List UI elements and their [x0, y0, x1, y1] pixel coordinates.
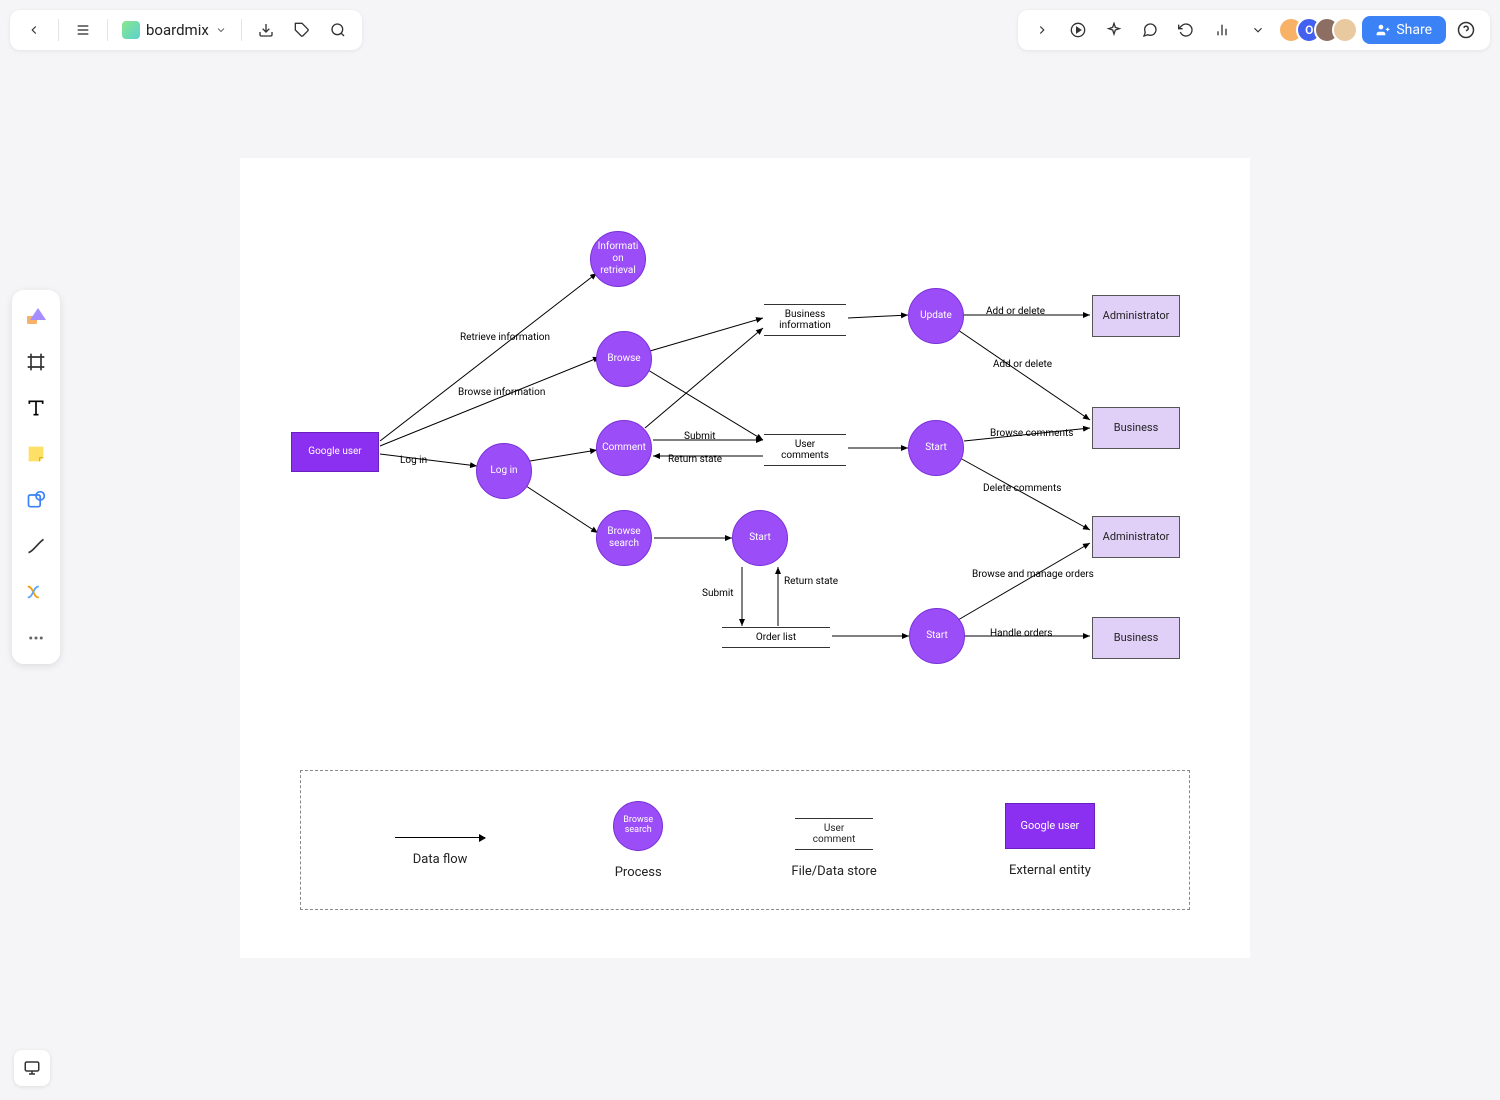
- node-google-user[interactable]: Google user: [291, 432, 379, 472]
- chevron-down-icon: [215, 24, 227, 36]
- edge-label: Browse information: [458, 387, 545, 398]
- avatar-stack[interactable]: O: [1278, 17, 1358, 43]
- edge-label: Log in: [400, 455, 427, 466]
- node-start3[interactable]: Start: [909, 608, 965, 664]
- node-business1[interactable]: Business: [1092, 407, 1180, 449]
- legend: Data flow Browse search Process User com…: [300, 770, 1190, 910]
- sticky-tool[interactable]: [20, 438, 52, 470]
- download-button[interactable]: [250, 14, 282, 46]
- legend-dataflow: Data flow: [395, 813, 485, 867]
- help-button[interactable]: [1450, 14, 1482, 46]
- chat-button[interactable]: [1134, 14, 1166, 46]
- sparkle-button[interactable]: [1098, 14, 1130, 46]
- search-button[interactable]: [322, 14, 354, 46]
- node-info-retrieval[interactable]: Informati on retrieval: [590, 231, 646, 287]
- node-admin1[interactable]: Administrator: [1092, 295, 1180, 337]
- edge-label: Add or delete: [986, 306, 1045, 317]
- avatar[interactable]: [1332, 17, 1358, 43]
- topbar-left: boardmix: [10, 10, 362, 50]
- node-browse[interactable]: Browse: [596, 331, 652, 387]
- more-chevron-button[interactable]: [1242, 14, 1274, 46]
- legend-external: Google user External entity: [1005, 803, 1095, 878]
- share-label: Share: [1396, 22, 1432, 38]
- frame-tool[interactable]: [20, 346, 52, 378]
- chart-button[interactable]: [1206, 14, 1238, 46]
- edge-label: Submit: [702, 588, 734, 599]
- presentation-widget[interactable]: [14, 1050, 50, 1086]
- edge-label: Browse and manage orders: [972, 569, 1094, 580]
- brand-selector[interactable]: boardmix: [116, 21, 233, 39]
- node-start1[interactable]: Start: [908, 420, 964, 476]
- external-icon: Google user: [1005, 803, 1095, 849]
- back-button[interactable]: [18, 14, 50, 46]
- node-browse-search[interactable]: Browse search: [596, 510, 652, 566]
- node-login[interactable]: Log in: [476, 443, 532, 499]
- datastore-order-list[interactable]: Order list: [722, 627, 830, 648]
- process-icon: Browse search: [613, 801, 663, 851]
- shapes-tool[interactable]: [20, 300, 52, 332]
- edge-label: Submit: [684, 431, 716, 442]
- brand-name: boardmix: [146, 21, 209, 39]
- edge-label: Browse comments: [990, 428, 1073, 439]
- shape-tool[interactable]: [20, 484, 52, 516]
- legend-filestore: User comment File/Data store: [791, 802, 876, 879]
- chevron-right-button[interactable]: [1026, 14, 1058, 46]
- node-business2[interactable]: Business: [1092, 617, 1180, 659]
- topbar-right: O Share: [1018, 10, 1490, 50]
- pen-tool[interactable]: [20, 530, 52, 562]
- node-update[interactable]: Update: [908, 288, 964, 344]
- diagram-canvas[interactable]: Google user Informati on retrieval Brows…: [240, 158, 1250, 958]
- side-toolbar: [12, 290, 60, 664]
- connector-tool[interactable]: [20, 576, 52, 608]
- node-admin2[interactable]: Administrator: [1092, 516, 1180, 558]
- edge-label: Retrieve information: [460, 332, 550, 343]
- datastore-user-comments[interactable]: User comments: [764, 434, 846, 466]
- text-tool[interactable]: [20, 392, 52, 424]
- datastore-icon: User comment: [795, 818, 874, 850]
- node-start2[interactable]: Start: [732, 510, 788, 566]
- legend-process: Browse search Process: [613, 801, 663, 880]
- edge-label: Delete comments: [983, 483, 1061, 494]
- more-tools[interactable]: [20, 622, 52, 654]
- edge-label: Add or delete: [993, 359, 1052, 370]
- node-comment[interactable]: Comment: [596, 420, 652, 476]
- edge-label: Return state: [784, 576, 838, 587]
- edge-label: Handle orders: [990, 628, 1052, 639]
- brand-logo-icon: [122, 21, 140, 39]
- share-button[interactable]: Share: [1362, 16, 1446, 44]
- arrow-icon: [395, 837, 485, 838]
- menu-button[interactable]: [67, 14, 99, 46]
- tag-button[interactable]: [286, 14, 318, 46]
- edge-label: Return state: [668, 454, 722, 465]
- history-button[interactable]: [1170, 14, 1202, 46]
- play-button[interactable]: [1062, 14, 1094, 46]
- datastore-biz-info[interactable]: Business information: [764, 304, 846, 336]
